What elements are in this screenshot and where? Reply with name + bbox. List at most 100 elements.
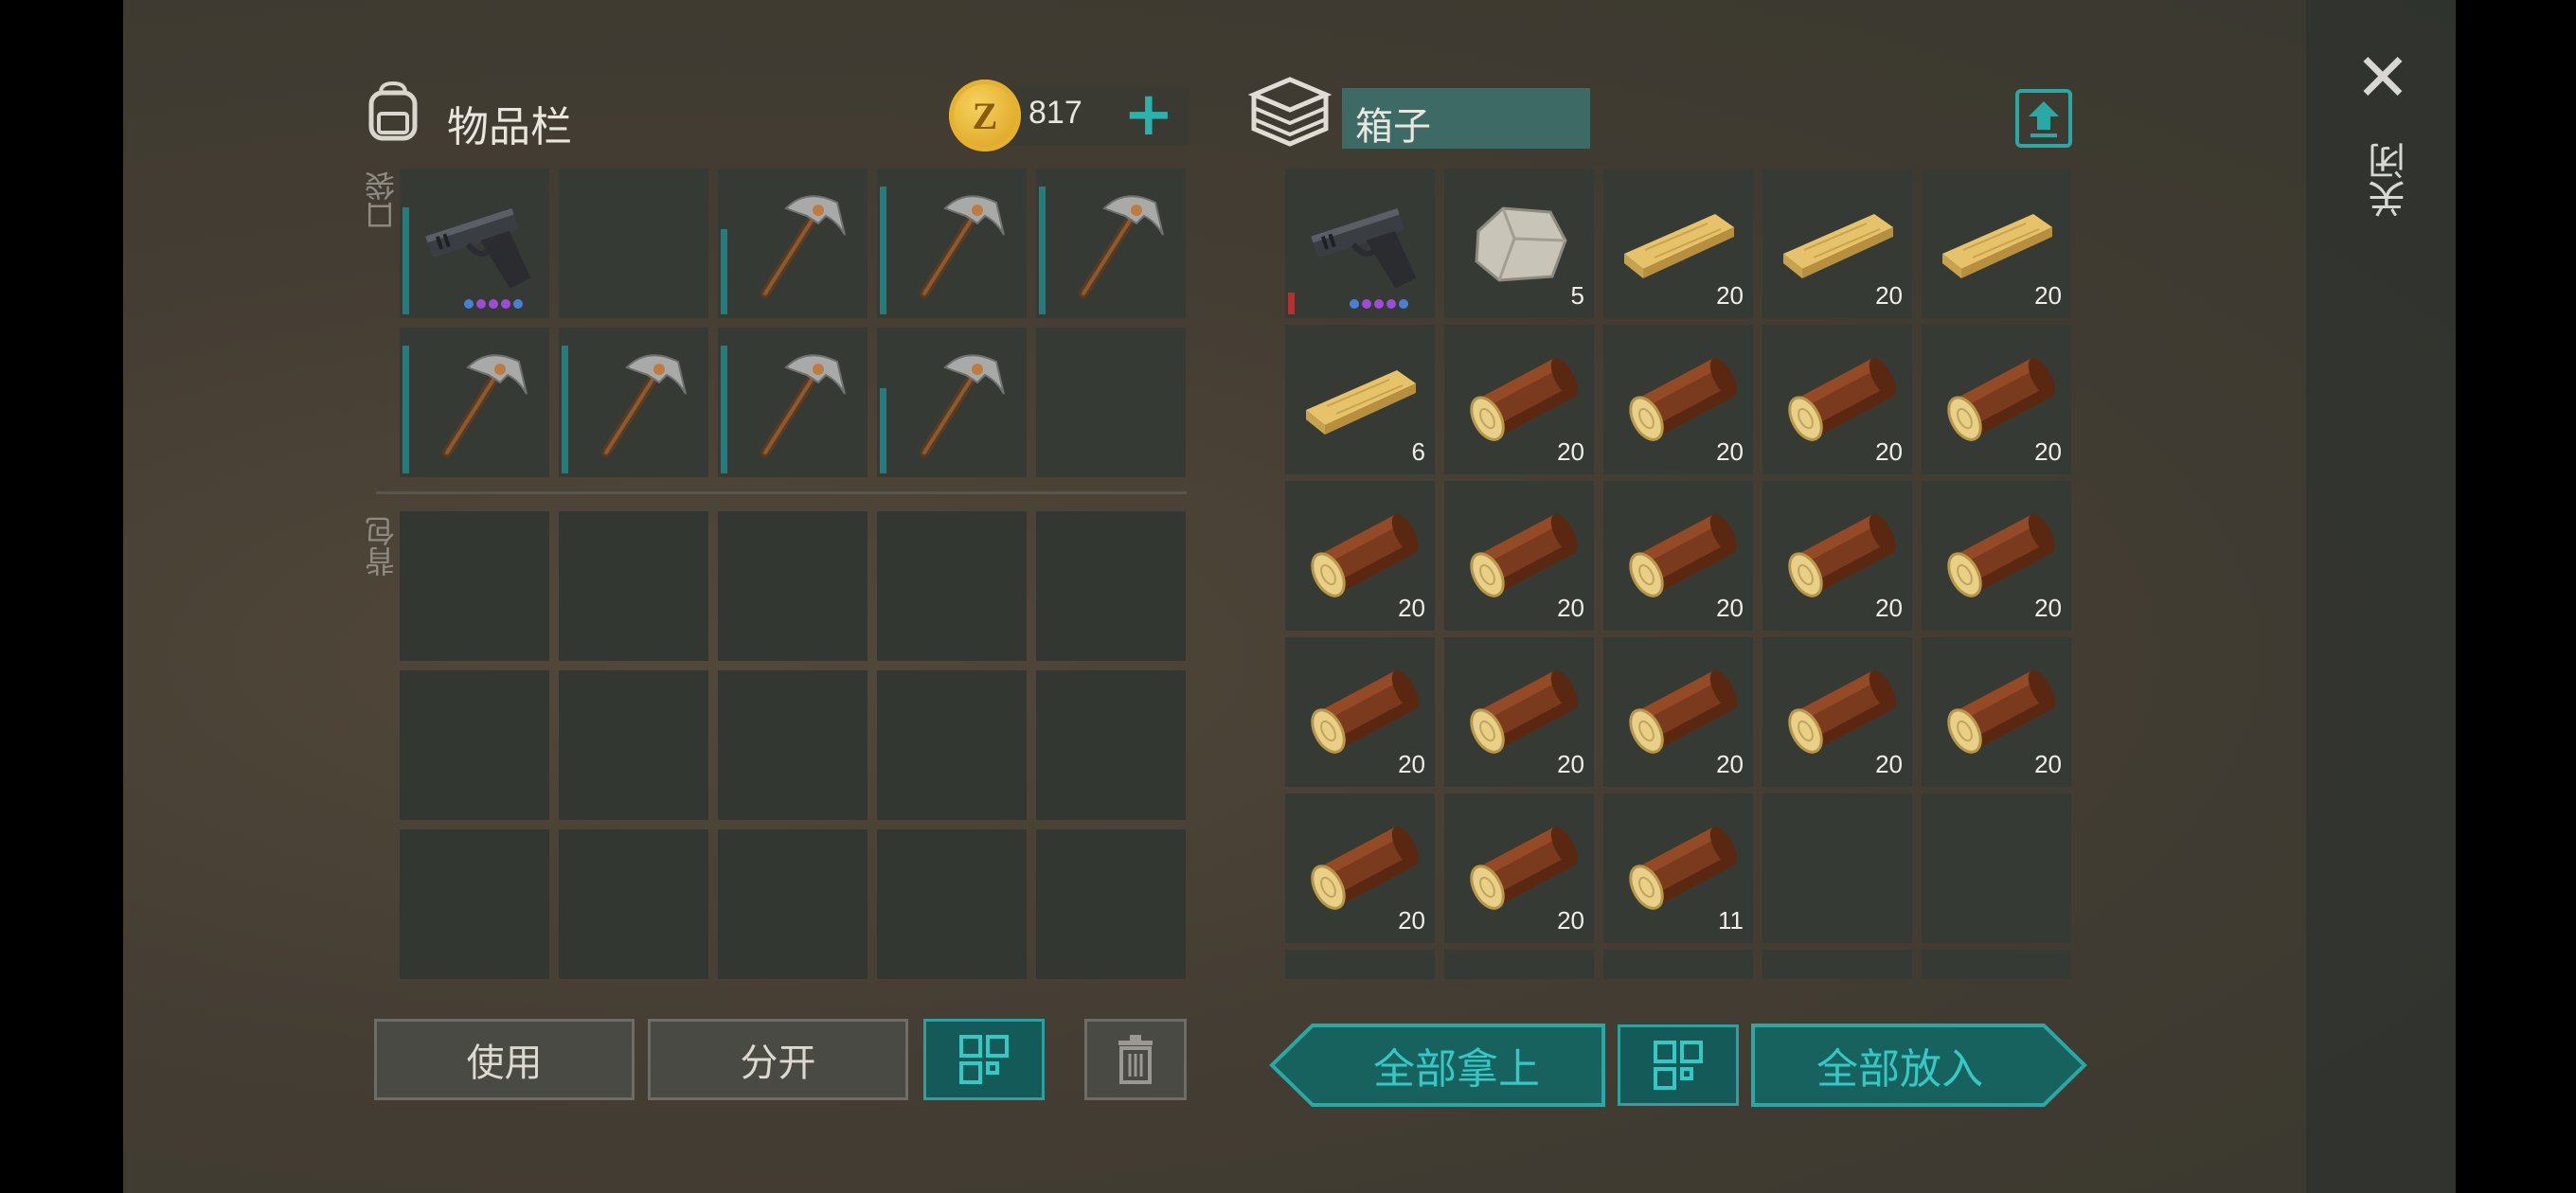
pocket-slot[interactable] [1036, 328, 1186, 477]
grid-icon [1654, 1041, 1703, 1090]
backpack-slot[interactable] [400, 670, 549, 820]
box-slot[interactable]: 20 [1922, 637, 2071, 787]
box-slot[interactable]: 20 [1285, 637, 1435, 787]
item-quantity: 20 [1557, 594, 1584, 622]
backpack-icon [368, 80, 418, 141]
delete-button[interactable] [1084, 1019, 1187, 1100]
backpack-slot[interactable] [400, 829, 549, 979]
box-slot[interactable]: 20 [1444, 793, 1594, 943]
box-slot[interactable] [1922, 793, 2071, 943]
pickaxe-icon [731, 341, 854, 464]
backpack-slot[interactable] [718, 511, 868, 661]
item-quantity: 20 [1875, 281, 1903, 310]
item-quantity: 20 [2034, 750, 2062, 778]
durability-bar [721, 229, 727, 314]
box-slot[interactable] [1285, 169, 1435, 318]
backpack-slot[interactable] [1036, 829, 1186, 979]
item-quantity: 20 [1875, 750, 1903, 778]
take-all-button[interactable]: 全部拿上 [1307, 1023, 1606, 1108]
backpack-slot[interactable] [877, 829, 1027, 979]
box-slot[interactable] [1603, 950, 1753, 979]
box-slot[interactable]: 20 [1922, 325, 2071, 474]
box-slot[interactable]: 20 [1603, 481, 1753, 631]
pocket-slot[interactable] [718, 169, 868, 318]
box-slot[interactable]: 20 [1285, 793, 1435, 943]
item-quantity: 5 [1570, 281, 1584, 310]
attachment-dots [1350, 299, 1408, 309]
pocket-slot[interactable] [1036, 169, 1186, 318]
box-slot[interactable] [1762, 793, 1912, 943]
pocket-slot[interactable] [718, 328, 868, 477]
box-slot[interactable] [1922, 950, 2071, 979]
box-sort-button[interactable] [1618, 1024, 1739, 1106]
item-quantity: 20 [1398, 750, 1425, 778]
use-button[interactable]: 使用 [374, 1019, 635, 1100]
pistol-icon [413, 182, 536, 305]
put-all-button[interactable]: 全部放入 [1750, 1023, 2049, 1108]
trash-icon [1118, 1035, 1153, 1084]
backpack-slot[interactable] [718, 670, 868, 820]
box-slot[interactable] [1285, 950, 1435, 979]
pocket-slot[interactable] [400, 328, 549, 477]
pocket-slot[interactable] [877, 169, 1027, 318]
pocket-slot[interactable] [877, 328, 1027, 477]
box-slot[interactable]: 6 [1285, 325, 1435, 474]
box-slot[interactable]: 20 [1762, 481, 1912, 631]
box-slot[interactable] [1444, 950, 1594, 979]
durability-bar [402, 207, 409, 314]
box-slot[interactable]: 20 [1922, 169, 2071, 318]
pocket-slot[interactable] [400, 169, 549, 318]
durability-bar [562, 346, 568, 473]
box-slot[interactable]: 20 [1285, 481, 1435, 631]
box-slot[interactable]: 20 [1603, 325, 1753, 474]
backpack-slot[interactable] [559, 829, 708, 979]
durability-bar [402, 346, 409, 473]
box-slot[interactable]: 20 [1444, 481, 1594, 631]
box-slot[interactable]: 5 [1444, 169, 1594, 318]
sort-button[interactable] [923, 1019, 1045, 1100]
box-name-field[interactable]: 箱子 [1342, 88, 1590, 149]
backpack-slot[interactable] [877, 670, 1027, 820]
upload-icon[interactable] [2015, 89, 2072, 148]
backpack-slot[interactable] [877, 511, 1027, 661]
box-slot[interactable] [1762, 950, 1912, 979]
durability-bar [1039, 187, 1046, 314]
pickaxe-icon [1049, 182, 1172, 305]
backpack-slot[interactable] [1036, 670, 1186, 820]
close-button[interactable]: ✕ [2352, 45, 2413, 111]
backpack-slot[interactable] [400, 511, 549, 661]
add-coins-button[interactable]: + [1123, 81, 1174, 148]
box-slot[interactable]: 20 [1444, 637, 1594, 787]
box-slot[interactable]: 20 [1762, 637, 1912, 787]
durability-bar [880, 388, 886, 473]
section-divider [376, 491, 1187, 494]
pocket-slot[interactable] [559, 328, 708, 477]
coin-count: 817 [1029, 95, 1082, 131]
split-button[interactable]: 分开 [648, 1019, 908, 1100]
pockets-label: 口袋 [364, 170, 400, 231]
backpack-slot[interactable] [1036, 511, 1186, 661]
box-slot[interactable]: 20 [1603, 169, 1753, 318]
backpack-slot[interactable] [559, 670, 708, 820]
left-letterbox [0, 0, 123, 1193]
backpack-slot[interactable] [559, 511, 708, 661]
pickaxe-icon [890, 182, 1013, 305]
item-quantity: 20 [2034, 281, 2062, 310]
box-slot[interactable]: 20 [1922, 481, 2071, 631]
item-quantity: 20 [1716, 594, 1744, 622]
pocket-slot[interactable] [559, 169, 708, 318]
item-quantity: 20 [1716, 750, 1744, 778]
coin-icon: Z [949, 80, 1021, 151]
backpack-slot[interactable] [718, 829, 868, 979]
box-slot[interactable]: 20 [1444, 325, 1594, 474]
attachment-dots [464, 299, 523, 309]
box-slot[interactable]: 11 [1603, 793, 1753, 943]
box-slot[interactable]: 20 [1762, 169, 1912, 318]
pistol-icon [1298, 182, 1422, 305]
box-slot[interactable]: 20 [1762, 325, 1912, 474]
box-slot[interactable]: 20 [1603, 637, 1753, 787]
item-quantity: 20 [1398, 594, 1425, 622]
close-label[interactable]: 关闭 [2363, 142, 2418, 218]
item-quantity: 20 [1716, 281, 1744, 310]
plank-icon [1298, 338, 1422, 461]
